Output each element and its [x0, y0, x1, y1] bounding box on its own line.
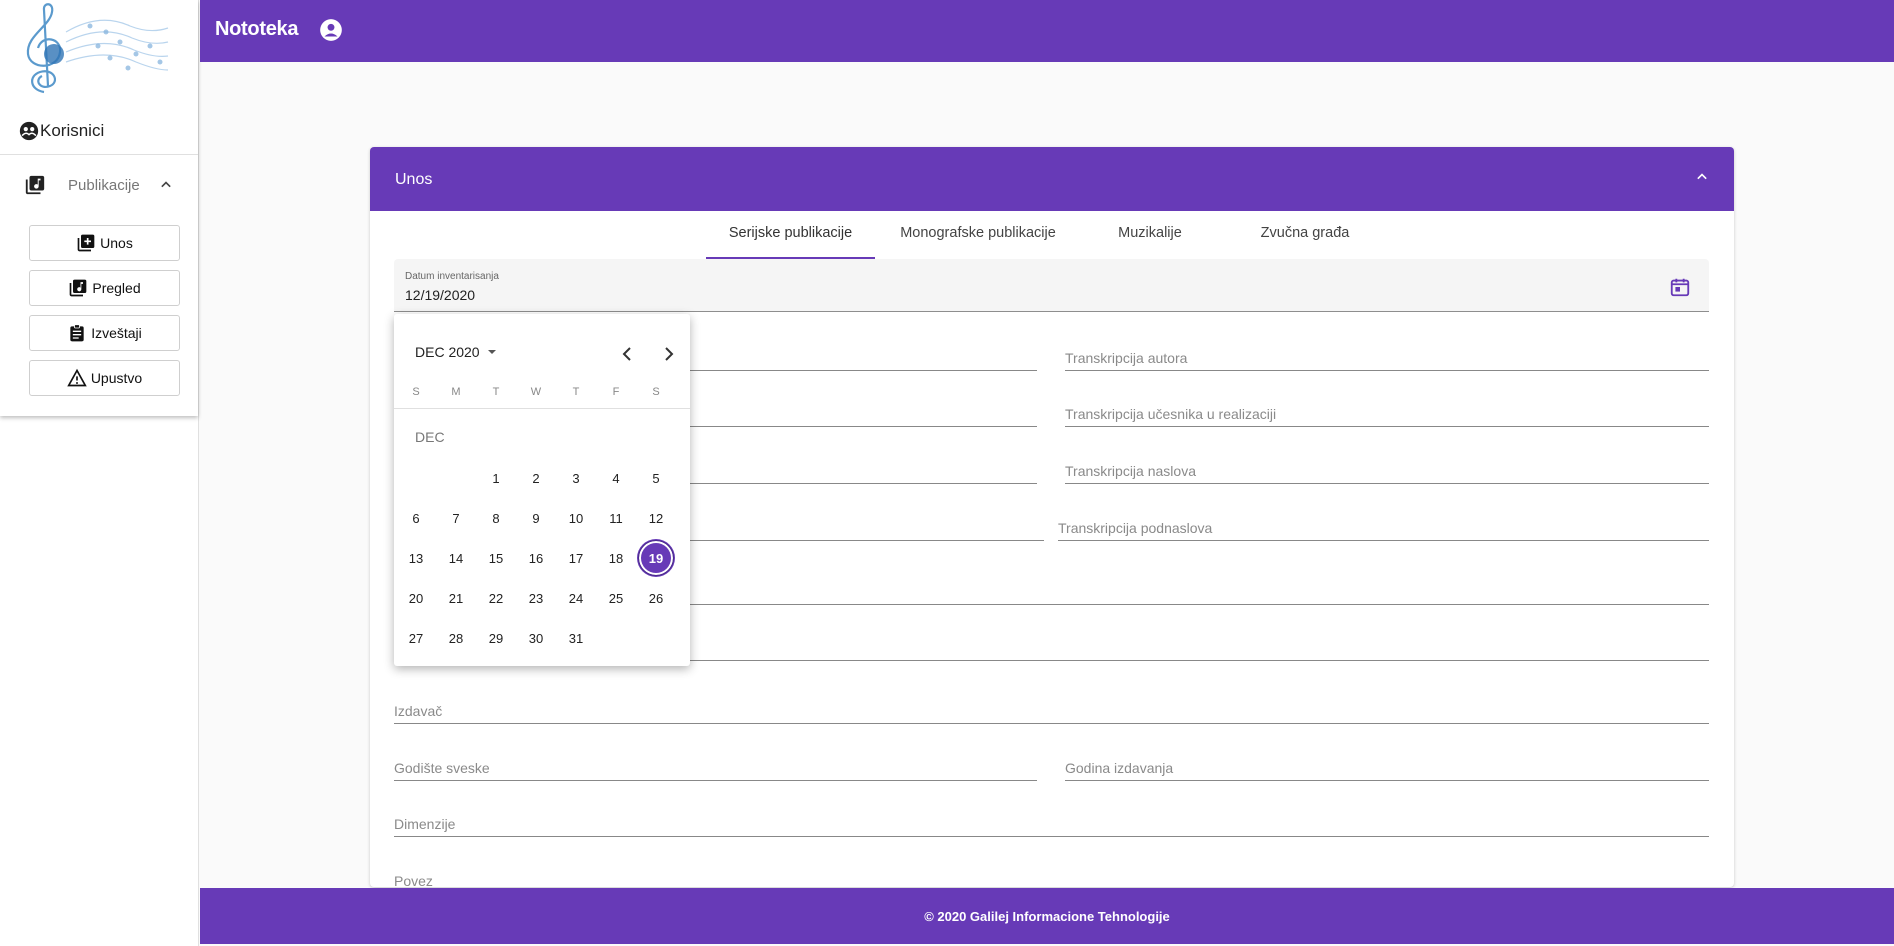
- sidebar-item-unos[interactable]: Unos: [29, 225, 180, 261]
- footer: © 2020 Galilej Informacione Tehnologije: [200, 888, 1894, 944]
- calendar-day[interactable]: 23: [518, 580, 554, 616]
- calendar-day[interactable]: 30: [518, 620, 554, 656]
- date-inventory-field[interactable]: Datum inventarisanja 12/19/2020: [394, 259, 1709, 312]
- calendar-day[interactable]: 12: [638, 500, 674, 536]
- calendar-day[interactable]: 21: [438, 580, 474, 616]
- panel-header[interactable]: Unos: [370, 147, 1734, 211]
- weekday-label: M: [451, 386, 461, 398]
- chevron-up-icon[interactable]: [1692, 167, 1712, 187]
- calendar-day[interactable]: 28: [438, 620, 474, 656]
- app-title: Nototeka: [215, 18, 299, 40]
- calendar-day-selected[interactable]: 19: [638, 540, 674, 576]
- povez-field[interactable]: Povez: [394, 870, 1709, 887]
- sidebar-item-upustvo[interactable]: Upustvo: [29, 360, 180, 396]
- chevron-left-icon[interactable]: [616, 342, 640, 366]
- izdavac-field[interactable]: Izdavač: [394, 700, 1709, 724]
- calendar-day[interactable]: 1: [478, 460, 514, 496]
- weekday-label: W: [530, 386, 542, 398]
- calendar-day[interactable]: 11: [598, 500, 634, 536]
- sidebar-item-izvestaji[interactable]: Izveštaji: [29, 315, 180, 351]
- calendar-day[interactable]: 22: [478, 580, 514, 616]
- panel-title: Unos: [395, 171, 433, 188]
- tab-serijske-publikacije[interactable]: Serijske publikacije: [706, 225, 875, 257]
- calendar-day[interactable]: 9: [518, 500, 554, 536]
- calendar-day[interactable]: 6: [398, 500, 434, 536]
- warning-icon: [67, 368, 87, 388]
- month-label: DEC: [415, 429, 445, 445]
- calendar-day[interactable]: 20: [398, 580, 434, 616]
- godiste-sveske-field[interactable]: Godište sveske: [394, 757, 1037, 781]
- calendar-day[interactable]: 17: [558, 540, 594, 576]
- sidebar-item-pregled[interactable]: Pregled: [29, 270, 180, 306]
- date-inventory-label: Datum inventarisanja: [405, 271, 499, 282]
- calendar-day[interactable]: 13: [398, 540, 434, 576]
- transkripcija-podnaslova-field[interactable]: Transkripcija podnaslova: [1058, 517, 1709, 541]
- calendar-icon[interactable]: [1669, 276, 1691, 298]
- calendar-day[interactable]: 10: [558, 500, 594, 536]
- tab-zvucna-gradja[interactable]: Zvučna građa: [1235, 225, 1375, 257]
- calendar-day[interactable]: 8: [478, 500, 514, 536]
- sidebar-item-users-label: Korisnici: [40, 121, 105, 140]
- calendar-day[interactable]: 31: [558, 620, 594, 656]
- date-inventory-value: 12/19/2020: [405, 287, 476, 303]
- calendar-day[interactable]: 15: [478, 540, 514, 576]
- sidebar-item-users[interactable]: Korisnici: [18, 120, 104, 142]
- transkripcija-autora-field[interactable]: Transkripcija autora: [1065, 347, 1709, 371]
- godina-izdavanja-field[interactable]: Godina izdavanja: [1065, 757, 1709, 781]
- calendar-day[interactable]: 26: [638, 580, 674, 616]
- calendar-day[interactable]: 18: [598, 540, 634, 576]
- calendar-day[interactable]: 3: [558, 460, 594, 496]
- transkripcija-ucesnika-field[interactable]: Transkripcija učesnika u realizaciji: [1065, 403, 1709, 427]
- dimenzije-field[interactable]: Dimenzije: [394, 813, 1709, 837]
- calendar-day[interactable]: 4: [598, 460, 634, 496]
- calendar-day[interactable]: 2: [518, 460, 554, 496]
- calendar-day[interactable]: 16: [518, 540, 554, 576]
- dropdown-arrow-icon: [486, 346, 498, 358]
- add-box-icon: [76, 233, 96, 253]
- chevron-up-icon: [156, 175, 176, 195]
- picker-divider: [394, 408, 690, 409]
- sidebar-item-upustvo-label: Upustvo: [90, 370, 143, 386]
- calendar-day[interactable]: 5: [638, 460, 674, 496]
- calendar-day[interactable]: 29: [478, 620, 514, 656]
- sidebar-card: Korisnici Publikacije Unos Pregled Izveš…: [0, 0, 198, 416]
- footer-text: © 2020 Galilej Informacione Tehnologije: [924, 909, 1170, 924]
- chevron-right-icon[interactable]: [656, 342, 680, 366]
- calendar-day[interactable]: 7: [438, 500, 474, 536]
- period-label: DEC 2020: [415, 344, 480, 360]
- calendar-day[interactable]: 25: [598, 580, 634, 616]
- weekday-label: T: [492, 386, 500, 398]
- top-app-bar: Nototeka: [200, 0, 1894, 62]
- weekday-label: S: [412, 386, 420, 398]
- sidebar-item-publications[interactable]: Publikacije: [24, 172, 184, 198]
- sidebar-item-publications-label: Publikacije: [68, 176, 140, 194]
- assignment-icon: [67, 323, 87, 343]
- supervised-user-circle-icon: [18, 120, 40, 142]
- calendar-day[interactable]: 27: [398, 620, 434, 656]
- sidebar: Korisnici Publikacije Unos Pregled Izveš…: [0, 0, 199, 946]
- library-music-icon: [68, 278, 88, 298]
- date-picker-popup: DEC 2020 SMTWTFS DEC 1 2 3 4 5 6 7 8 9 10 11 12 13 14…: [394, 314, 690, 666]
- transkripcija-naslova-field[interactable]: Transkripcija naslova: [1065, 460, 1709, 484]
- library-music-icon: [24, 174, 46, 196]
- sidebar-divider: [0, 154, 198, 155]
- calendar-day[interactable]: 14: [438, 540, 474, 576]
- weekday-label: F: [612, 386, 620, 398]
- weekday-label: T: [572, 386, 580, 398]
- tab-muzikalije[interactable]: Muzikalije: [1085, 225, 1215, 257]
- period-selector[interactable]: DEC 2020: [415, 344, 498, 360]
- music-logo: [10, 2, 170, 100]
- account-circle-icon[interactable]: [318, 17, 344, 43]
- sidebar-item-pregled-label: Pregled: [92, 280, 141, 296]
- sidebar-item-izvestaji-label: Izveštaji: [91, 325, 142, 341]
- tab-monografske-publikacije[interactable]: Monografske publikacije: [883, 225, 1073, 257]
- weekday-label: S: [652, 386, 660, 398]
- sidebar-item-unos-label: Unos: [100, 235, 133, 251]
- calendar-day[interactable]: 24: [558, 580, 594, 616]
